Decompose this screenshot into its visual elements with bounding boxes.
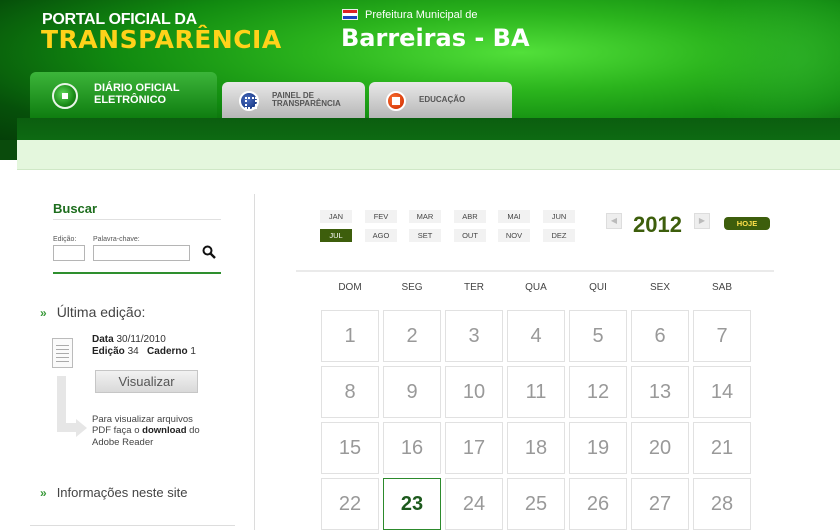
weekday-seg: SEG [401, 282, 423, 293]
calendar-day[interactable]: 25 [507, 478, 565, 530]
calendar-day[interactable]: 10 [445, 366, 503, 418]
pdf-reader-note: Para visualizar arquivos PDF faça o down… [92, 414, 200, 448]
palavra-chave-input[interactable] [93, 245, 190, 261]
ultima-data: Data 30/11/2010 [92, 334, 166, 345]
next-year-button[interactable]: ▶ [694, 213, 710, 229]
calendar-day[interactable]: 16 [383, 422, 441, 474]
weekday-qui: QUI [589, 282, 607, 293]
calendar-day[interactable]: 9 [383, 366, 441, 418]
calendar-day[interactable]: 13 [631, 366, 689, 418]
search-bottom-rule [53, 272, 221, 274]
tab-educacao-label: EDUCAÇÃO [419, 95, 466, 104]
calendar-day[interactable]: 14 [693, 366, 751, 418]
calendar-day[interactable]: 20 [631, 422, 689, 474]
tab-diario-label: DIÁRIO OFICIAL ELETRÔNICO [94, 82, 180, 106]
tab-diario-oficial[interactable]: DIÁRIO OFICIAL ELETRÔNICO [30, 72, 217, 118]
nav-band [17, 118, 840, 140]
diario-icon [52, 83, 78, 109]
calendar-day[interactable]: 24 [445, 478, 503, 530]
weekday-ter: TER [464, 282, 484, 293]
download-link[interactable]: download [142, 425, 186, 436]
sidebar-bottom-rule [30, 525, 235, 526]
sub-band [17, 140, 840, 170]
ultima-edicao-caderno: Edição 34 Caderno 1 [92, 346, 196, 357]
month-jul[interactable]: JUL [320, 229, 352, 242]
calendar-day[interactable]: 18 [507, 422, 565, 474]
tab-painel-label: PAINEL DE TRANSPARÊNCIA [272, 91, 341, 109]
weekday-qua: QUA [525, 282, 547, 293]
calendar-day[interactable]: 2 [383, 310, 441, 362]
bahia-flag-icon [342, 9, 358, 20]
calendar-day[interactable]: 26 [569, 478, 627, 530]
weekday-dom: DOM [338, 282, 362, 293]
edicao-input[interactable] [53, 245, 85, 261]
month-ago[interactable]: AGO [365, 229, 397, 242]
hoje-button[interactable]: HOJE [724, 217, 770, 230]
calendar-day[interactable]: 21 [693, 422, 751, 474]
month-mar[interactable]: MAR [409, 210, 441, 223]
calendar-day[interactable]: 8 [321, 366, 379, 418]
palavra-chave-label: Palavra-chave: [93, 236, 140, 243]
prefeitura-label: Prefeitura Municipal de [365, 9, 478, 21]
calendar-day[interactable]: 1 [321, 310, 379, 362]
arrow-right-icon [76, 419, 87, 437]
calendar-day[interactable]: 3 [445, 310, 503, 362]
month-fev[interactable]: FEV [365, 210, 397, 223]
weekday-sab: SAB [711, 282, 732, 293]
chevron-right-icon: » [40, 486, 47, 500]
year-label: 2012 [633, 212, 682, 237]
search-title: Buscar [53, 201, 98, 216]
month-jan[interactable]: JAN [320, 210, 352, 223]
calendar-day[interactable]: 15 [321, 422, 379, 474]
calendar-day[interactable]: 27 [631, 478, 689, 530]
calendar-day[interactable]: 28 [693, 478, 751, 530]
tab-painel-transparencia[interactable]: PAINEL DE TRANSPARÊNCIA [222, 82, 365, 118]
calendar-day[interactable]: 6 [631, 310, 689, 362]
calendar-day[interactable]: 17 [445, 422, 503, 474]
calendar-top-rule [296, 270, 774, 272]
calendar-day[interactable]: 23 [383, 478, 441, 530]
calendar-day[interactable]: 5 [569, 310, 627, 362]
painel-icon [239, 91, 259, 111]
calendar-day[interactable]: 19 [569, 422, 627, 474]
edicao-label: Edição: [53, 236, 77, 243]
month-out[interactable]: OUT [454, 229, 486, 242]
search-title-underline [53, 219, 221, 220]
sidebar-divider [254, 194, 255, 530]
month-jun[interactable]: JUN [543, 210, 575, 223]
calendar-day[interactable]: 11 [507, 366, 565, 418]
document-icon [52, 338, 73, 368]
month-dez[interactable]: DEZ [543, 229, 575, 242]
visualizar-button[interactable]: Visualizar [95, 370, 198, 393]
band-edge [0, 140, 17, 160]
calendar-day[interactable]: 12 [569, 366, 627, 418]
tab-educacao[interactable]: EDUCAÇÃO [369, 82, 512, 118]
month-abr[interactable]: ABR [454, 210, 486, 223]
chevron-right-icon: » [40, 306, 47, 320]
informacoes-link[interactable]: » Informações neste site [40, 485, 187, 500]
search-icon[interactable] [202, 245, 216, 259]
calendar-day[interactable]: 22 [321, 478, 379, 530]
pdf-arrow-bar [57, 423, 77, 432]
weekday-sex: SEX [649, 282, 670, 293]
calendar-day[interactable]: 4 [507, 310, 565, 362]
prev-year-button[interactable]: ◀ [606, 213, 622, 229]
portal-title-line2[interactable]: TRANSPARÊNCIA [41, 25, 282, 54]
educacao-icon [386, 91, 406, 111]
month-set[interactable]: SET [409, 229, 441, 242]
calendar-day[interactable]: 7 [693, 310, 751, 362]
ultima-edicao-title[interactable]: » Última edição: [40, 304, 145, 320]
month-nov[interactable]: NOV [498, 229, 530, 242]
city-name: Barreiras - BA [341, 24, 530, 52]
month-mai[interactable]: MAI [498, 210, 530, 223]
